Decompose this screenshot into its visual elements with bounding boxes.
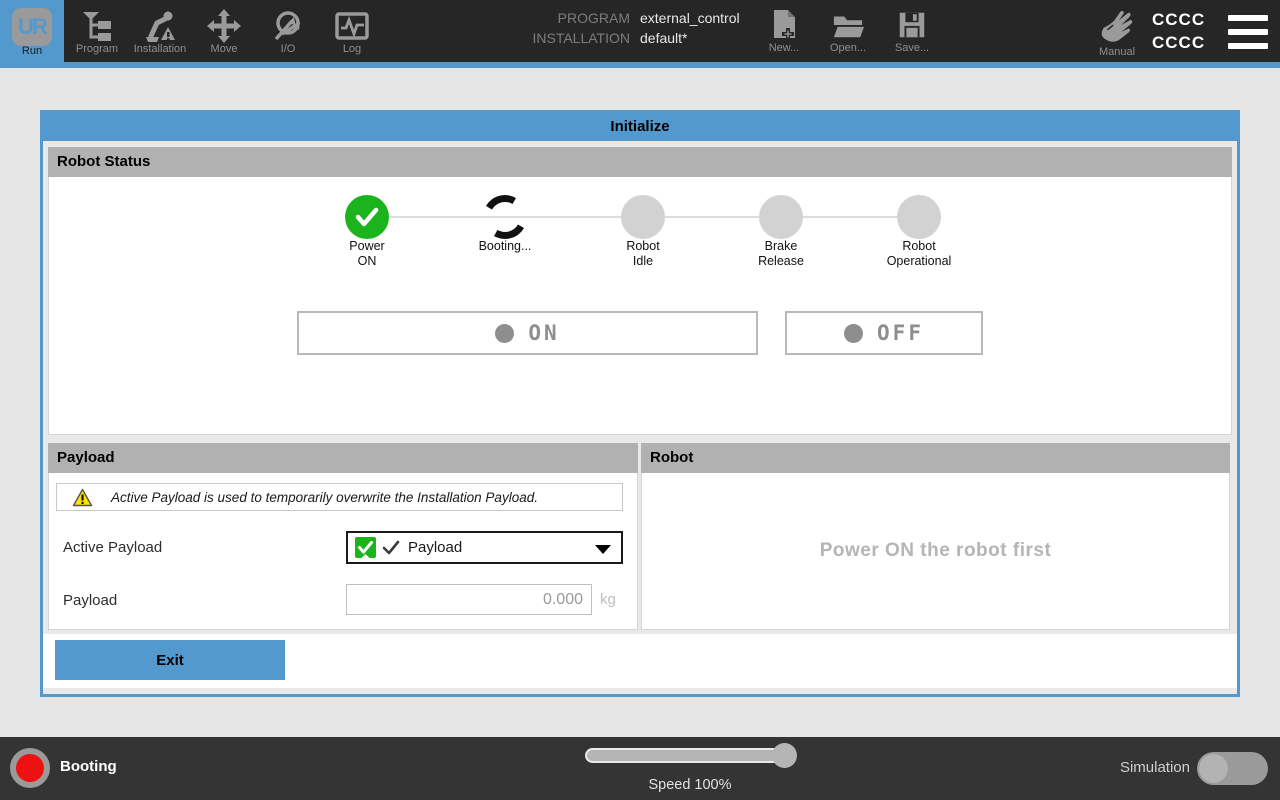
step-robot-operational-indicator <box>897 195 941 239</box>
manual-mode-label: Manual <box>1099 46 1135 58</box>
simulation-toggle[interactable] <box>1197 752 1268 785</box>
power-off-button-label: OFF <box>877 321 924 345</box>
speed-slider[interactable] <box>585 748 795 763</box>
payload-input[interactable] <box>346 584 592 615</box>
save-button[interactable]: Save... <box>880 0 944 62</box>
payload-warning: Active Payload is used to temporarily ov… <box>56 483 623 511</box>
installation-name: default* <box>640 30 687 46</box>
top-toolbar: UR Run Program Installation <box>0 0 1280 62</box>
warning-triangle-icon <box>72 488 93 507</box>
step-robot-idle-indicator <box>621 195 665 239</box>
power-on-button-label: ON <box>528 321 559 345</box>
dialog-title: Initialize <box>43 113 1237 141</box>
initialize-dialog: Initialize Robot Status Power ON Booting… <box>40 110 1240 697</box>
program-icon <box>79 8 115 44</box>
speed-slider-handle[interactable] <box>772 743 797 768</box>
power-on-button[interactable]: ON <box>297 311 758 355</box>
save-floppy-icon <box>896 8 928 42</box>
chevron-down-icon <box>595 545 611 554</box>
clock-display: CCCC CCCC <box>1152 8 1212 54</box>
tab-installation-label: Installation <box>134 43 187 55</box>
open-button-label: Open... <box>830 42 866 54</box>
step-robot-operational-label: Robot Operational <box>849 239 989 269</box>
new-button-label: New... <box>769 42 800 54</box>
header-accent-strip <box>0 62 1280 68</box>
program-key-label: PROGRAM <box>470 10 630 26</box>
program-name: external_control <box>640 10 740 26</box>
open-folder-icon <box>832 8 864 42</box>
tab-program-label: Program <box>76 43 118 55</box>
robot-status-body: Power ON Booting... Robot Idle Brake Rel… <box>48 177 1232 435</box>
payload-set-icon <box>355 537 376 558</box>
dialog-footer: Exit <box>43 634 1237 688</box>
tab-log[interactable]: Log <box>320 0 384 62</box>
new-button[interactable]: New... <box>752 0 816 62</box>
robot-3d-message: Power ON the robot first <box>820 540 1052 562</box>
tab-log-label: Log <box>343 43 361 55</box>
step-robot-idle-label: Robot Idle <box>573 239 713 269</box>
speed-label: Speed 100% <box>585 777 795 793</box>
tab-move-label: Move <box>211 43 238 55</box>
polyscope-screen: UR Run Program Installation <box>0 0 1280 800</box>
step-power-on-label: Power ON <box>297 239 437 269</box>
active-payload-dropdown[interactable]: Payload <box>346 531 623 564</box>
step-brake-release-indicator <box>759 195 803 239</box>
step-power-on-indicator <box>345 195 389 239</box>
payload-body: Active Payload is used to temporarily ov… <box>48 473 638 630</box>
power-off-dot-icon <box>844 324 863 343</box>
hamburger-menu-button[interactable] <box>1228 15 1268 49</box>
tab-run-label: Run <box>22 45 42 57</box>
loaded-files-info: PROGRAM external_control INSTALLATION de… <box>470 10 800 50</box>
robot-3d-header: Robot <box>641 443 1230 473</box>
simulation-label: Simulation <box>1040 759 1190 776</box>
robot-state-text: Booting <box>60 758 117 775</box>
hamburger-bar <box>1228 43 1268 49</box>
open-button[interactable]: Open... <box>816 0 880 62</box>
selected-check-icon <box>382 540 400 555</box>
exit-button[interactable]: Exit <box>55 640 285 680</box>
manual-hand-icon <box>1096 6 1138 46</box>
tab-installation[interactable]: Installation <box>128 0 192 62</box>
check-icon <box>354 206 380 228</box>
step-booting-label: Booting... <box>435 239 575 254</box>
clock-line1: CCCC <box>1152 8 1212 31</box>
tab-io-label: I/O <box>281 43 296 55</box>
manual-mode-button[interactable]: Manual <box>1086 0 1148 62</box>
log-icon <box>334 8 370 44</box>
bottom-status-bar: Booting Speed 100% Simulation <box>0 737 1280 800</box>
robot-state-led-icon[interactable] <box>10 748 50 788</box>
payload-unit-label: kg <box>600 591 616 608</box>
tab-program[interactable]: Program <box>65 0 129 62</box>
active-payload-value: Payload <box>408 539 462 556</box>
installation-key-label: INSTALLATION <box>470 30 630 46</box>
move-icon <box>206 8 242 44</box>
step-brake-release-label: Brake Release <box>711 239 851 269</box>
step-booting-spinner-icon <box>478 190 532 244</box>
io-icon <box>270 8 306 44</box>
payload-header: Payload <box>48 443 638 473</box>
tab-move[interactable]: Move <box>192 0 256 62</box>
simulation-toggle-knob <box>1199 754 1228 783</box>
save-button-label: Save... <box>895 42 929 54</box>
hamburger-bar <box>1228 15 1268 21</box>
tab-run[interactable]: UR Run <box>0 0 64 62</box>
clock-line2: CCCC <box>1152 31 1212 54</box>
payload-warning-text: Active Payload is used to temporarily ov… <box>111 490 538 505</box>
tab-io[interactable]: I/O <box>256 0 320 62</box>
power-off-button[interactable]: OFF <box>785 311 983 355</box>
robot-3d-body: Power ON the robot first <box>641 473 1230 630</box>
hamburger-bar <box>1228 29 1268 35</box>
ur-logo-icon: UR <box>12 8 52 46</box>
robot-status-header: Robot Status <box>48 147 1232 177</box>
new-file-icon <box>768 8 800 42</box>
power-on-dot-icon <box>495 324 514 343</box>
active-payload-label: Active Payload <box>63 539 162 556</box>
payload-field-label: Payload <box>63 592 117 609</box>
installation-icon <box>142 8 178 44</box>
